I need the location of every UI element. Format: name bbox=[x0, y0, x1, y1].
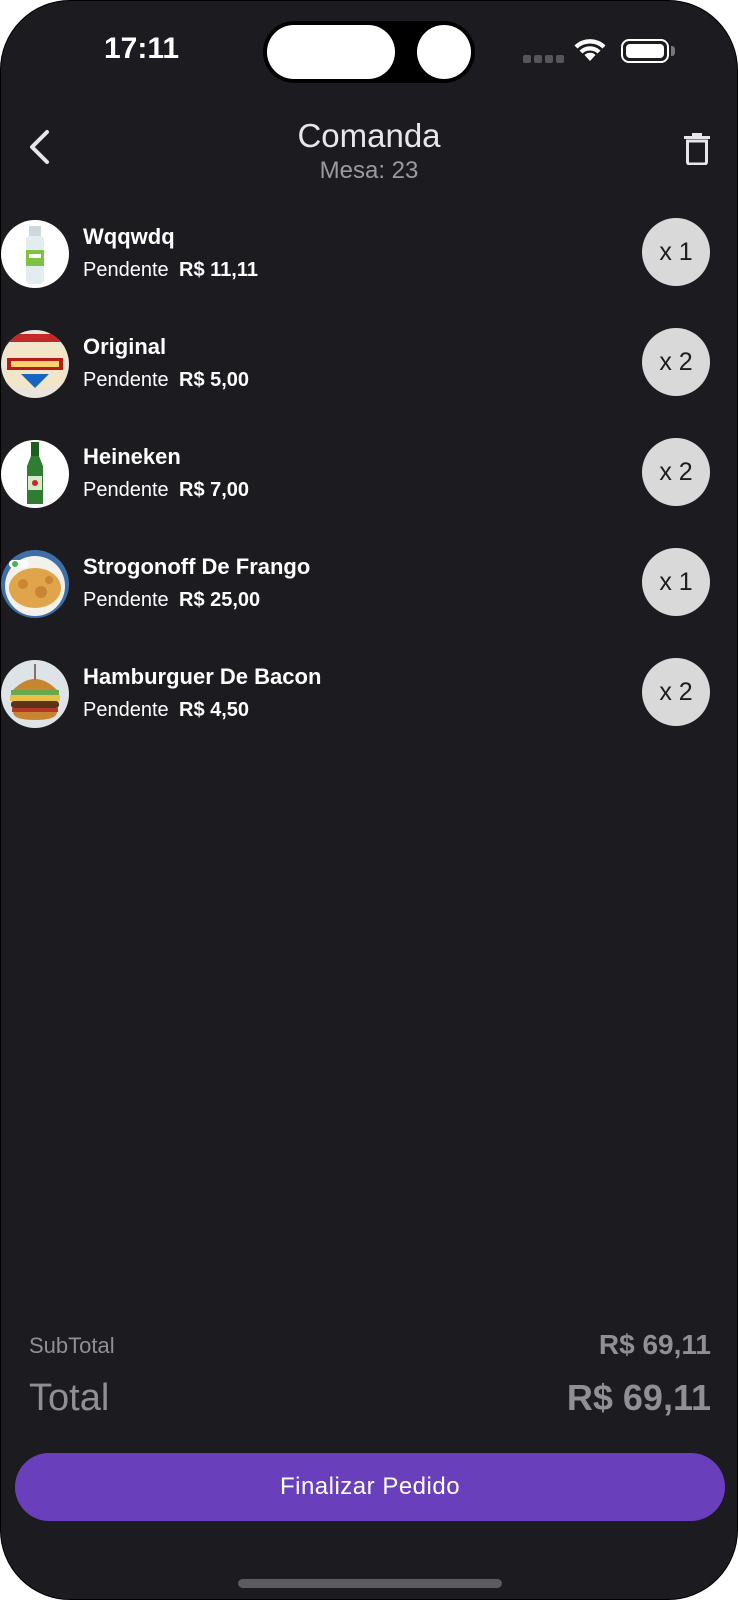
item-price: R$ 4,50 bbox=[179, 699, 250, 721]
item-status: Pendente bbox=[83, 479, 169, 501]
delete-order-button[interactable] bbox=[679, 129, 715, 169]
list-item[interactable]: Wqqwdq Pendente R$ 11,11 x 1 bbox=[1, 218, 737, 290]
quantity-badge[interactable]: x 1 bbox=[642, 548, 710, 616]
list-item[interactable]: Original Pendente R$ 5,00 x 2 bbox=[1, 328, 737, 400]
item-status: Pendente bbox=[83, 589, 169, 611]
cellular-signal-icon bbox=[523, 55, 564, 63]
item-price: R$ 25,00 bbox=[179, 589, 261, 611]
subtotal-label: SubTotal bbox=[29, 1333, 115, 1358]
list-item[interactable]: Heineken Pendente R$ 7,00 x 2 bbox=[1, 438, 737, 510]
list-item[interactable]: Hamburguer De Bacon Pendente R$ 4,50 x 2 bbox=[1, 658, 737, 730]
dynamic-island-camera bbox=[417, 25, 471, 79]
item-name: Heineken bbox=[83, 444, 181, 469]
quantity-badge[interactable]: x 2 bbox=[642, 328, 710, 396]
battery-icon bbox=[621, 39, 669, 63]
finalize-order-button[interactable]: Finalizar Pedido bbox=[15, 1453, 725, 1521]
list-item[interactable]: Strogonoff De Frango Pendente R$ 25,00 x… bbox=[1, 548, 737, 620]
item-price: R$ 11,11 bbox=[179, 259, 258, 281]
item-name: Strogonoff De Frango bbox=[83, 554, 311, 579]
quantity-badge[interactable]: x 1 bbox=[642, 218, 710, 286]
quantity-badge[interactable]: x 2 bbox=[642, 658, 710, 726]
status-time: 17:11 bbox=[104, 32, 180, 65]
dynamic-island-pill bbox=[267, 25, 395, 79]
burger-image bbox=[1, 660, 69, 728]
item-name: Wqqwdq bbox=[83, 224, 175, 249]
trash-icon bbox=[684, 133, 710, 165]
item-status: Pendente bbox=[83, 259, 169, 281]
page-title: Comanda bbox=[297, 117, 441, 154]
battery-cap bbox=[671, 46, 675, 56]
item-name: Hamburguer De Bacon bbox=[83, 664, 322, 689]
total-value: R$ 69,11 bbox=[566, 1377, 711, 1418]
total-label: Total bbox=[29, 1377, 110, 1419]
item-price: R$ 5,00 bbox=[179, 369, 250, 391]
strogonoff-dish-image bbox=[1, 550, 69, 618]
wifi-icon bbox=[574, 39, 606, 61]
beer-label-image bbox=[1, 330, 69, 398]
item-status: Pendente bbox=[83, 369, 169, 391]
item-price: R$ 7,00 bbox=[179, 479, 250, 501]
phone-screen: 17:11 Comanda Mesa: 23 Wqqwdq Pendente R… bbox=[0, 0, 738, 1600]
item-status: Pendente bbox=[83, 699, 169, 721]
bottled-drink-image bbox=[1, 220, 69, 288]
subtotal-value: R$ 69,11 bbox=[598, 1329, 711, 1360]
green-beer-bottle-image bbox=[1, 440, 69, 508]
table-number: Mesa: 23 bbox=[319, 157, 419, 184]
quantity-badge[interactable]: x 2 bbox=[642, 438, 710, 506]
home-indicator[interactable] bbox=[238, 1579, 502, 1588]
item-name: Original bbox=[83, 334, 167, 359]
